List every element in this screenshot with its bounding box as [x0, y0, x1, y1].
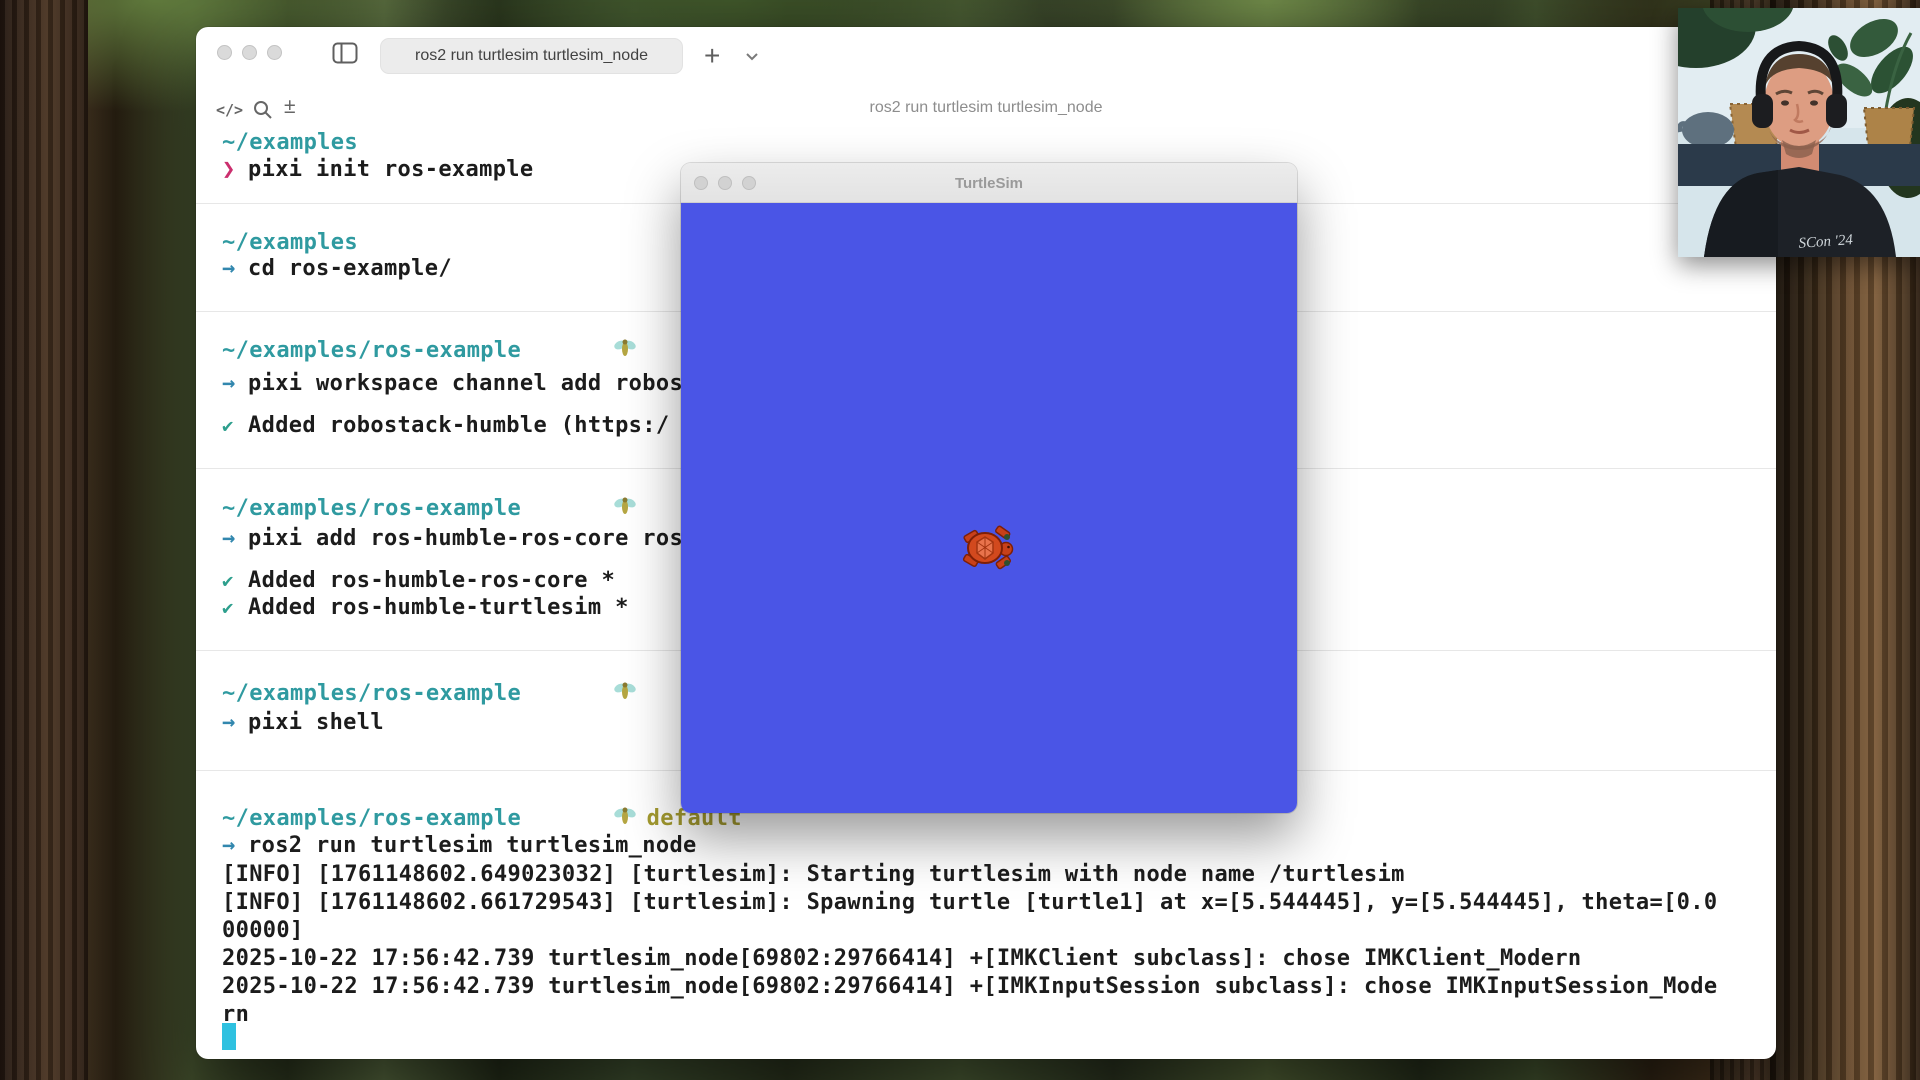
tab-title: ros2 run turtlesim turtlesim_node	[415, 47, 648, 65]
terminal-cursor	[222, 1023, 236, 1050]
log-line: 2025-10-22 17:56:42.739 turtlesim_node[6…	[222, 973, 1717, 1000]
turtlesim-canvas	[681, 203, 1297, 813]
command-line: →ros2 run turtlesim turtlesim_node	[222, 832, 697, 859]
log-line: 2025-10-22 17:56:42.739 turtlesim_node[6…	[222, 945, 1582, 972]
prompt-arrow-icon: →	[222, 371, 248, 396]
log-line: [INFO] [1761148602.661729543] [turtlesim…	[222, 889, 1717, 916]
command-line: →cd ros-example/	[222, 255, 452, 282]
result-line: ✔Added ros-humble-ros-core *	[222, 567, 615, 594]
webcam-overlay: SCon '24	[1678, 8, 1920, 257]
turtlesim-titlebar[interactable]: TurtleSim	[681, 163, 1297, 203]
window-controls	[217, 45, 282, 60]
turtlesim-window: TurtleSim	[681, 163, 1297, 813]
zoom-button[interactable]	[267, 45, 282, 60]
check-icon: ✔	[222, 570, 248, 592]
terminal-tab[interactable]: ros2 run turtlesim turtlesim_node	[380, 38, 683, 74]
log-line: [INFO] [1761148602.649023032] [turtlesim…	[222, 861, 1405, 888]
block-header-command: ros2 run turtlesim turtlesim_node	[196, 99, 1776, 117]
prompt-arrow-icon: →	[222, 526, 248, 551]
check-icon: ✔	[222, 597, 248, 619]
check-icon: ✔	[222, 415, 248, 437]
chevron-down-icon[interactable]	[744, 49, 760, 67]
new-tab-icon[interactable]: +	[704, 42, 720, 70]
result-line: ✔Added robostack-humble (https:/	[222, 412, 669, 439]
turtle-sprite	[960, 523, 1016, 578]
prompt-arrow-icon: →	[222, 833, 248, 858]
pixi-fairy-icon	[531, 654, 637, 734]
tree-trunk-left	[0, 0, 88, 1080]
prompt-chevron-icon: ❯	[222, 157, 248, 182]
command-line: →pixi shell	[222, 709, 384, 736]
sidebar-toggle-icon[interactable]	[332, 42, 358, 64]
command-line: →pixi workspace channel add robos	[222, 370, 683, 397]
result-line: ✔Added ros-humble-turtlesim *	[222, 594, 629, 621]
prompt-arrow-icon: →	[222, 710, 248, 735]
prompt-path: ~/examples/ros-example	[222, 337, 637, 364]
command-line: →pixi add ros-humble-ros-core ros	[222, 525, 683, 552]
prompt-path: ~/examples	[222, 129, 358, 156]
close-button[interactable]	[217, 45, 232, 60]
command-line: ❯pixi init ros-example	[222, 156, 534, 183]
window-title: TurtleSim	[681, 163, 1297, 203]
prompt-path: ~/examples	[222, 229, 358, 256]
prompt-path: ~/examples/ros-example	[222, 495, 637, 522]
prompt-path: ~/examples/ros-example default	[222, 805, 742, 832]
prompt-arrow-icon: →	[222, 256, 248, 281]
log-line: 00000]	[222, 917, 304, 944]
minimize-button[interactable]	[242, 45, 257, 60]
